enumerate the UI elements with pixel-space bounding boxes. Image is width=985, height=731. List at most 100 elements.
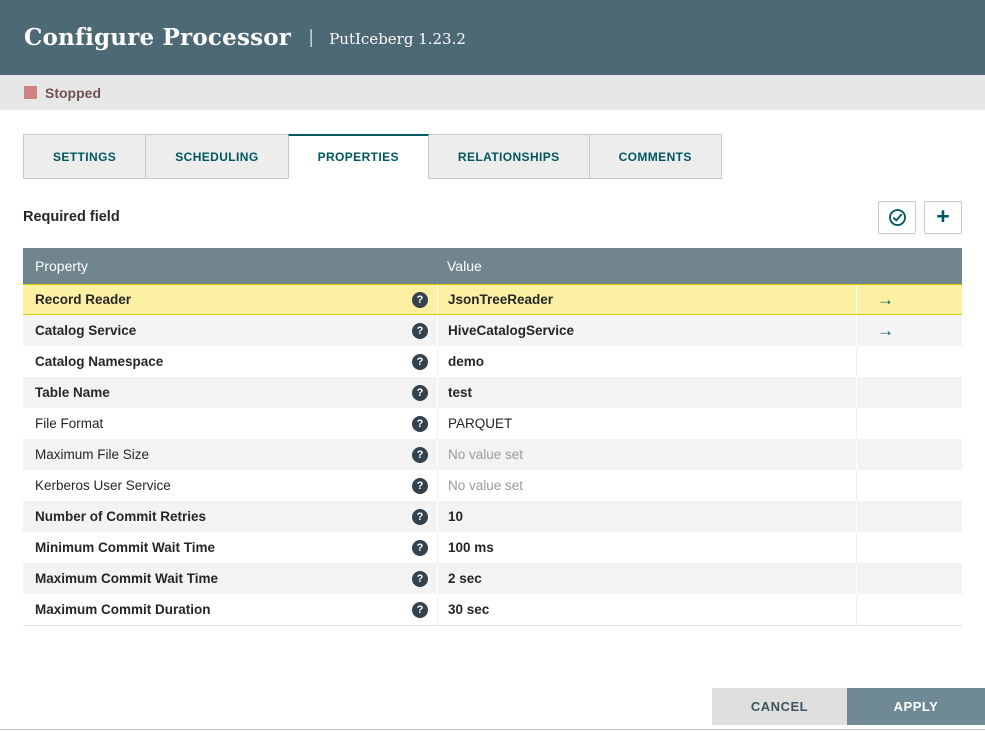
toolbar-buttons: + bbox=[878, 200, 962, 234]
help-icon[interactable]: ? bbox=[412, 291, 428, 308]
dialog-header: Configure Processor | PutIceberg 1.23.2 bbox=[0, 0, 985, 75]
value-cell[interactable]: HiveCatalogService bbox=[437, 315, 856, 346]
stopped-status-icon bbox=[24, 86, 37, 99]
property-cell: File Format ? bbox=[23, 408, 437, 439]
tab-bar: SETTINGS SCHEDULING PROPERTIES RELATIONS… bbox=[23, 134, 962, 179]
status-bar: Stopped bbox=[0, 75, 985, 110]
tab-settings[interactable]: SETTINGS bbox=[23, 134, 147, 179]
required-field-label: Required field bbox=[23, 209, 120, 225]
tab-scheduling[interactable]: SCHEDULING bbox=[145, 134, 289, 179]
cancel-button[interactable]: CANCEL bbox=[712, 688, 847, 725]
go-to-cell: → bbox=[856, 315, 962, 346]
go-to-cell bbox=[856, 501, 962, 532]
apply-button[interactable]: APPLY bbox=[847, 688, 985, 725]
value-cell[interactable]: test bbox=[437, 377, 856, 408]
property-value: 10 bbox=[448, 509, 464, 524]
help-icon[interactable]: ? bbox=[412, 446, 428, 463]
go-to-cell bbox=[856, 408, 962, 439]
tab-relationships[interactable]: RELATIONSHIPS bbox=[427, 134, 590, 179]
go-to-service-icon[interactable]: → bbox=[877, 291, 894, 308]
go-to-cell bbox=[856, 532, 962, 563]
table-row[interactable]: Catalog Service ? HiveCatalogService → bbox=[23, 315, 962, 346]
table-row[interactable]: Maximum Commit Duration ? 30 sec bbox=[23, 594, 962, 625]
tab-properties[interactable]: PROPERTIES bbox=[287, 134, 429, 179]
help-icon[interactable]: ? bbox=[412, 570, 428, 587]
title-separator: | bbox=[308, 27, 315, 48]
property-cell: Maximum Commit Duration ? bbox=[23, 594, 437, 625]
table-row[interactable]: Number of Commit Retries ? 10 bbox=[23, 501, 962, 532]
property-value: No value set bbox=[448, 478, 524, 493]
property-value: PARQUET bbox=[448, 416, 513, 431]
tab-label: PROPERTIES bbox=[317, 150, 399, 164]
property-value: demo bbox=[448, 354, 485, 369]
help-icon[interactable]: ? bbox=[412, 384, 428, 401]
table-row[interactable]: File Format ? PARQUET bbox=[23, 408, 962, 439]
tab-label: RELATIONSHIPS bbox=[457, 149, 560, 164]
table-row[interactable]: Kerberos User Service ? No value set bbox=[23, 470, 962, 501]
property-name: Kerberos User Service bbox=[35, 478, 171, 493]
tab-label: SETTINGS bbox=[53, 149, 117, 164]
property-name: Table Name bbox=[35, 385, 110, 400]
dialog-content: SETTINGS SCHEDULING PROPERTIES RELATIONS… bbox=[0, 134, 985, 626]
go-to-service-icon[interactable]: → bbox=[877, 322, 894, 339]
properties-table: Property Value Record Reader ? JsonTreeR… bbox=[23, 248, 962, 626]
value-cell[interactable]: 100 ms bbox=[437, 532, 856, 563]
table-row[interactable]: Catalog Namespace ? demo bbox=[23, 346, 962, 377]
tab-comments[interactable]: COMMENTS bbox=[588, 134, 722, 179]
value-cell[interactable]: demo bbox=[437, 346, 856, 377]
properties-toolbar: Required field + bbox=[23, 200, 962, 234]
status-label: Stopped bbox=[45, 84, 101, 101]
go-to-cell bbox=[856, 594, 962, 625]
table-row[interactable]: Record Reader ? JsonTreeReader → bbox=[23, 284, 962, 315]
property-name: Maximum File Size bbox=[35, 447, 150, 462]
property-name: Catalog Namespace bbox=[35, 354, 164, 369]
help-icon[interactable]: ? bbox=[412, 508, 428, 525]
go-to-cell bbox=[856, 377, 962, 408]
property-name: Number of Commit Retries bbox=[35, 509, 207, 524]
help-icon[interactable]: ? bbox=[412, 539, 428, 556]
value-column-header: Value bbox=[447, 258, 482, 274]
table-row[interactable]: Maximum Commit Wait Time ? 2 sec bbox=[23, 563, 962, 594]
property-cell: Number of Commit Retries ? bbox=[23, 501, 437, 532]
go-to-cell bbox=[856, 439, 962, 470]
processor-name-version: PutIceberg 1.23.2 bbox=[329, 30, 466, 48]
verify-properties-button[interactable] bbox=[878, 200, 916, 234]
help-icon[interactable]: ? bbox=[412, 353, 428, 370]
property-value: No value set bbox=[448, 447, 524, 462]
value-cell[interactable]: 30 sec bbox=[437, 594, 856, 625]
value-cell[interactable]: PARQUET bbox=[437, 408, 856, 439]
value-cell[interactable]: 2 sec bbox=[437, 563, 856, 594]
dialog-footer: CANCEL APPLY bbox=[712, 688, 985, 725]
property-cell: Minimum Commit Wait Time ? bbox=[23, 532, 437, 563]
go-to-cell: → bbox=[856, 285, 962, 314]
tab-label: COMMENTS bbox=[618, 149, 692, 164]
help-icon[interactable]: ? bbox=[412, 322, 428, 339]
property-value: test bbox=[448, 385, 473, 400]
property-cell: Catalog Namespace ? bbox=[23, 346, 437, 377]
help-icon[interactable]: ? bbox=[412, 601, 428, 618]
table-header-row: Property Value bbox=[23, 248, 962, 284]
value-cell[interactable]: No value set bbox=[437, 439, 856, 470]
property-name: Catalog Service bbox=[35, 323, 137, 338]
property-cell: Kerberos User Service ? bbox=[23, 470, 437, 501]
property-cell: Record Reader ? bbox=[23, 285, 437, 314]
table-row[interactable]: Minimum Commit Wait Time ? 100 ms bbox=[23, 532, 962, 563]
property-cell: Table Name ? bbox=[23, 377, 437, 408]
property-value: 2 sec bbox=[448, 571, 482, 586]
property-value: 30 sec bbox=[448, 602, 490, 617]
help-icon[interactable]: ? bbox=[412, 477, 428, 494]
value-cell[interactable]: JsonTreeReader bbox=[437, 285, 856, 314]
table-row[interactable]: Maximum File Size ? No value set bbox=[23, 439, 962, 470]
help-icon[interactable]: ? bbox=[412, 415, 428, 432]
configure-processor-dialog: Configure Processor | PutIceberg 1.23.2 … bbox=[0, 0, 985, 730]
property-name: Minimum Commit Wait Time bbox=[35, 540, 216, 555]
value-cell[interactable]: No value set bbox=[437, 470, 856, 501]
property-column-header: Property bbox=[35, 258, 88, 274]
table-row[interactable]: Table Name ? test bbox=[23, 377, 962, 408]
go-to-cell bbox=[856, 563, 962, 594]
add-property-button[interactable]: + bbox=[924, 200, 962, 234]
plus-icon: + bbox=[936, 202, 950, 229]
value-cell[interactable]: 10 bbox=[437, 501, 856, 532]
property-cell: Maximum File Size ? bbox=[23, 439, 437, 470]
property-cell: Maximum Commit Wait Time ? bbox=[23, 563, 437, 594]
